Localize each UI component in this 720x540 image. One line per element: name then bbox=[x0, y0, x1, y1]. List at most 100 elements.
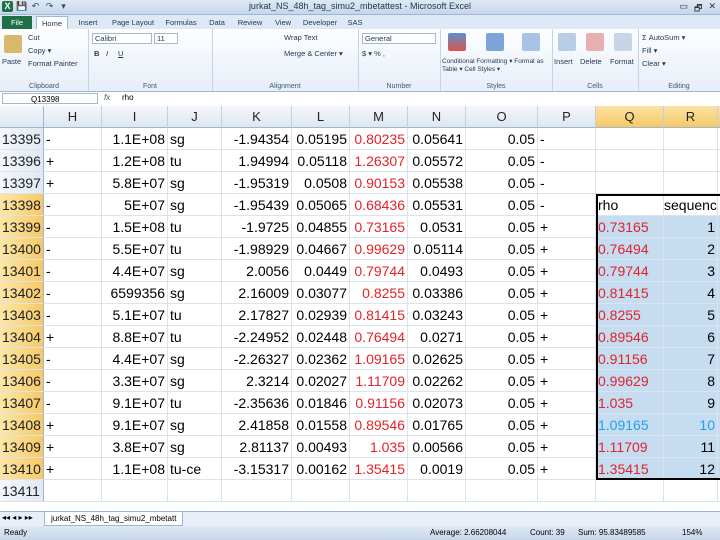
column-header-l[interactable]: L bbox=[292, 106, 350, 128]
cell-i[interactable]: 3.8E+07 bbox=[102, 436, 168, 458]
column-header-r[interactable]: R bbox=[664, 106, 718, 128]
cell-i[interactable]: 3.3E+07 bbox=[102, 370, 168, 392]
cell-h[interactable]: + bbox=[44, 458, 102, 480]
cell-q[interactable]: 1.035 bbox=[596, 392, 664, 414]
cell-h[interactable]: - bbox=[44, 238, 102, 260]
cell-q[interactable]: 1.35415 bbox=[596, 458, 664, 480]
cell-h[interactable]: - bbox=[44, 194, 102, 216]
cell-l[interactable]: 0.03077 bbox=[292, 282, 350, 304]
insert-cells-icon[interactable] bbox=[558, 33, 576, 51]
row-header[interactable]: 13401 bbox=[0, 260, 44, 282]
cell-r[interactable] bbox=[664, 172, 718, 194]
cell-m[interactable]: 0.81415 bbox=[350, 304, 408, 326]
italic-button[interactable]: I bbox=[106, 49, 108, 58]
paste-button[interactable]: Paste bbox=[2, 57, 21, 66]
cell-o[interactable]: 0.05 bbox=[466, 238, 538, 260]
cell-o[interactable]: 0.05 bbox=[466, 282, 538, 304]
cell-i[interactable]: 1.1E+08 bbox=[102, 458, 168, 480]
cell-j[interactable]: sg bbox=[168, 414, 222, 436]
insert-function-icon[interactable]: fx bbox=[104, 93, 110, 102]
font-family-select[interactable]: Calibri bbox=[92, 33, 152, 44]
cell-q[interactable]: 0.73165 bbox=[596, 216, 664, 238]
column-header-q[interactable]: Q bbox=[596, 106, 664, 128]
cell-l[interactable]: 0.05118 bbox=[292, 150, 350, 172]
format-as-table-icon[interactable] bbox=[486, 33, 504, 51]
clear-button[interactable]: Clear ▾ bbox=[642, 59, 666, 68]
tab-view[interactable]: View bbox=[270, 16, 296, 29]
row-header[interactable]: 13411 bbox=[0, 480, 44, 502]
currency-button[interactable]: $ ▾ % , bbox=[362, 49, 385, 58]
worksheet-grid[interactable]: HIJKLMNOPQRS13395-1.1E+08sg-1.943540.051… bbox=[0, 106, 720, 511]
cell-j[interactable]: sg bbox=[168, 436, 222, 458]
cell-q[interactable] bbox=[596, 480, 664, 502]
cell-i[interactable] bbox=[102, 480, 168, 502]
cell-h[interactable]: + bbox=[44, 414, 102, 436]
cell-o[interactable]: 0.05 bbox=[466, 458, 538, 480]
cell-k[interactable]: -3.15317 bbox=[222, 458, 292, 480]
cell-k[interactable]: 2.16009 bbox=[222, 282, 292, 304]
cell-m[interactable]: 0.99629 bbox=[350, 238, 408, 260]
cell-p[interactable]: + bbox=[538, 216, 596, 238]
column-header-j[interactable]: J bbox=[168, 106, 222, 128]
cell-l[interactable]: 0.0508 bbox=[292, 172, 350, 194]
cell-h[interactable]: - bbox=[44, 304, 102, 326]
cell-p[interactable]: - bbox=[538, 150, 596, 172]
cell-i[interactable]: 5.5E+07 bbox=[102, 238, 168, 260]
tab-developer[interactable]: Developer bbox=[298, 16, 342, 29]
number-format-select[interactable]: General bbox=[362, 33, 436, 44]
cell-m[interactable]: 0.73165 bbox=[350, 216, 408, 238]
cell-h[interactable]: - bbox=[44, 260, 102, 282]
cell-n[interactable]: 0.05114 bbox=[408, 238, 466, 260]
cell-o[interactable]: 0.05 bbox=[466, 260, 538, 282]
cell-o[interactable]: 0.05 bbox=[466, 172, 538, 194]
cell-j[interactable]: sg bbox=[168, 128, 222, 150]
cell-m[interactable] bbox=[350, 480, 408, 502]
cell-p[interactable]: + bbox=[538, 260, 596, 282]
cell-m[interactable]: 1.09165 bbox=[350, 348, 408, 370]
cell-k[interactable]: -2.26327 bbox=[222, 348, 292, 370]
cell-p[interactable]: + bbox=[538, 282, 596, 304]
cell-k[interactable]: 2.3214 bbox=[222, 370, 292, 392]
cell-q[interactable]: 0.89546 bbox=[596, 326, 664, 348]
cell-j[interactable]: sg bbox=[168, 194, 222, 216]
cell-n[interactable]: 0.0019 bbox=[408, 458, 466, 480]
underline-button[interactable]: U bbox=[118, 49, 123, 58]
row-header[interactable]: 13399 bbox=[0, 216, 44, 238]
cell-n[interactable]: 0.03243 bbox=[408, 304, 466, 326]
cell-r[interactable]: 5 bbox=[664, 304, 718, 326]
cell-r[interactable]: 12 bbox=[664, 458, 718, 480]
cell-j[interactable]: tu bbox=[168, 150, 222, 172]
cell-k[interactable]: -1.9725 bbox=[222, 216, 292, 238]
cell-r[interactable]: 6 bbox=[664, 326, 718, 348]
cell-j[interactable]: tu bbox=[168, 216, 222, 238]
cell-j[interactable]: sg bbox=[168, 260, 222, 282]
cell-j[interactable] bbox=[168, 480, 222, 502]
cell-o[interactable]: 0.05 bbox=[466, 392, 538, 414]
cell-p[interactable]: + bbox=[538, 458, 596, 480]
cell-r[interactable] bbox=[664, 128, 718, 150]
cell-i[interactable]: 5.8E+07 bbox=[102, 172, 168, 194]
cell-h[interactable]: - bbox=[44, 282, 102, 304]
cell-j[interactable]: sg bbox=[168, 172, 222, 194]
cell-styles-button[interactable]: Cell Styles ▾ bbox=[464, 66, 500, 73]
cell-n[interactable]: 0.02262 bbox=[408, 370, 466, 392]
cell-i[interactable]: 9.1E+07 bbox=[102, 414, 168, 436]
select-all-corner[interactable] bbox=[0, 106, 44, 128]
cell-m[interactable]: 1.35415 bbox=[350, 458, 408, 480]
cell-i[interactable]: 4.4E+07 bbox=[102, 260, 168, 282]
cell-o[interactable]: 0.05 bbox=[466, 348, 538, 370]
cell-k[interactable]: 1.94994 bbox=[222, 150, 292, 172]
cell-o[interactable]: 0.05 bbox=[466, 128, 538, 150]
cell-k[interactable]: -2.24952 bbox=[222, 326, 292, 348]
font-size-select[interactable]: 11 bbox=[154, 33, 178, 44]
cell-i[interactable]: 1.2E+08 bbox=[102, 150, 168, 172]
cell-h[interactable]: + bbox=[44, 150, 102, 172]
cell-l[interactable] bbox=[292, 480, 350, 502]
cell-p[interactable]: - bbox=[538, 128, 596, 150]
row-header[interactable]: 13410 bbox=[0, 458, 44, 480]
tab-formulas[interactable]: Formulas bbox=[160, 16, 202, 29]
sheet-nav-buttons[interactable]: ◂◂ ◂ ▸ ▸▸ bbox=[2, 513, 33, 522]
cell-m[interactable]: 0.8255 bbox=[350, 282, 408, 304]
row-header[interactable]: 13408 bbox=[0, 414, 44, 436]
row-header[interactable]: 13402 bbox=[0, 282, 44, 304]
